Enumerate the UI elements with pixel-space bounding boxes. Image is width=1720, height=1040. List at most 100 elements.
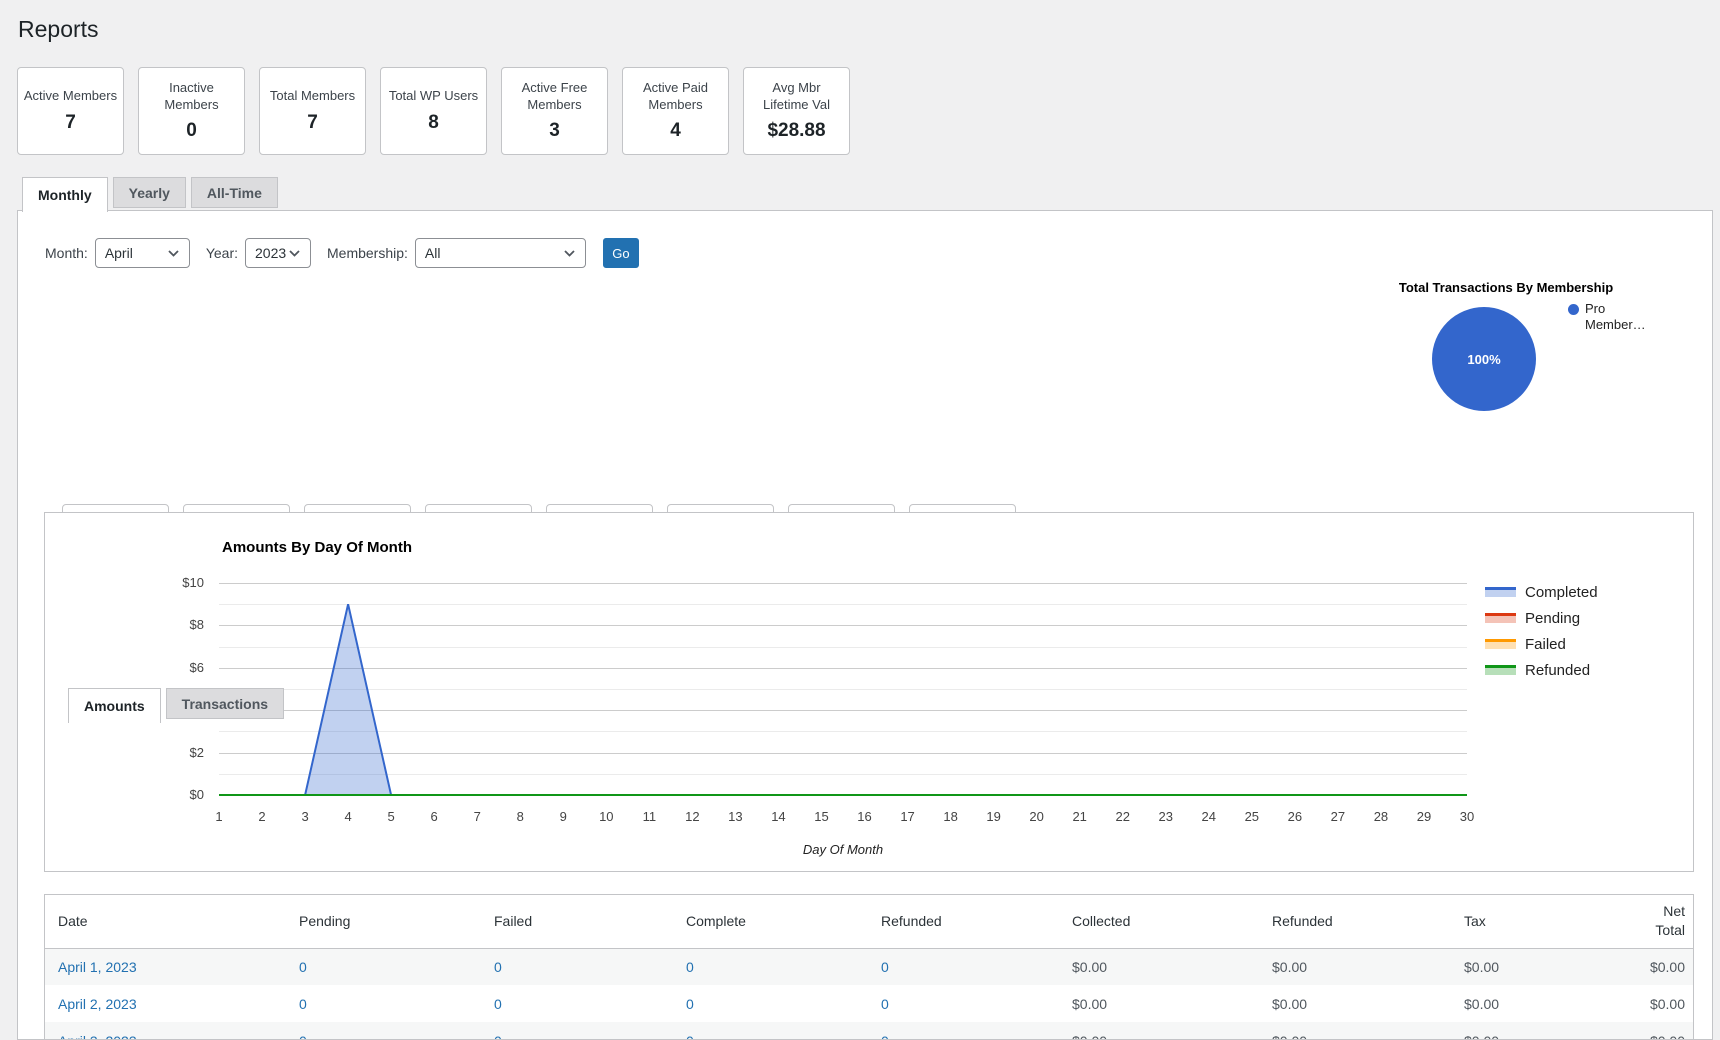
table-row: April 2, 2023 0 0 0 0 $0.00 $0.00 $0.00 $0.00	[45, 985, 1693, 1022]
table-cell: April 3, 2023	[45, 1022, 286, 1040]
stat-label: Active Members	[23, 88, 118, 104]
stat-label: Inactive Members	[164, 79, 219, 112]
x-axis-label: 27	[1330, 809, 1346, 824]
count-link[interactable]: 0	[494, 996, 502, 1012]
page-title: Reports	[18, 16, 99, 42]
count-link[interactable]: 0	[494, 1033, 502, 1040]
legend-item-refunded: Refunded	[1485, 657, 1598, 683]
month-select-value: April	[104, 245, 133, 261]
year-select[interactable]: 2023	[245, 238, 311, 268]
stat-label: Avg Mbr Lifetime Val	[763, 79, 830, 112]
table-cell: $0.00	[1272, 995, 1308, 1012]
table-cell: 0	[673, 1022, 868, 1040]
count-link[interactable]: 0	[299, 996, 307, 1012]
stat-active-free-members: Active Free Members 3	[501, 67, 608, 155]
x-axis-label: 11	[642, 809, 657, 824]
year-label: Year:	[205, 245, 238, 261]
table-cell: 0	[286, 985, 481, 1022]
x-axis-label: 26	[1287, 809, 1303, 824]
x-axis-label: 5	[387, 809, 395, 824]
stat-active-members: Active Members 7	[17, 67, 124, 155]
count-link[interactable]: 0	[299, 1033, 307, 1040]
table-cell: 0	[673, 985, 868, 1022]
stat-label: Total WP Users	[388, 88, 479, 104]
tab-amounts[interactable]: Amounts	[68, 688, 161, 723]
column-header-refunded: Refunded	[1272, 912, 1333, 929]
legend-item-failed: Failed	[1485, 631, 1598, 657]
stat-total-members: Total Members 7	[259, 67, 366, 155]
x-axis-label: 24	[1201, 809, 1217, 824]
chevron-down-icon	[168, 249, 179, 257]
y-axis-label: $6	[189, 659, 204, 675]
membership-select[interactable]: All	[414, 238, 586, 268]
table-row: April 3, 20230000$0.00$0.00$0.00$0.00	[45, 1022, 1693, 1040]
table-cell: April 1, 2023	[45, 948, 286, 985]
y-axis-label: $0	[189, 787, 204, 802]
series-area-completed	[219, 604, 1467, 795]
count-link[interactable]: 0	[494, 959, 502, 975]
monthly-report-panel: Month: April Year: 2023 Membership: All …	[17, 210, 1713, 1040]
count-link[interactable]: 0	[881, 1033, 889, 1040]
x-axis-label: 6	[430, 809, 438, 824]
stat-value: $28.88	[767, 120, 826, 142]
stat-value: 0	[186, 120, 197, 142]
x-axis-label: 25	[1244, 809, 1260, 824]
x-axis-label: 13	[728, 809, 743, 824]
table-cell: 0	[868, 1022, 1059, 1040]
go-button[interactable]: Go	[602, 238, 639, 268]
pie-percent-label: 100%	[1467, 351, 1501, 367]
x-axis-label: 28	[1373, 809, 1389, 824]
stat-inactive-members: Inactive Members 0	[138, 67, 245, 155]
x-axis-label: 22	[1115, 809, 1130, 824]
pie-legend: Pro Member…	[1568, 301, 1655, 332]
amount-tabs: Amounts Transactions	[68, 688, 285, 723]
table-cell: $0.00	[1451, 1022, 1639, 1040]
count-link[interactable]: 0	[299, 959, 307, 975]
chevron-down-icon	[289, 249, 300, 257]
count-link[interactable]: 0	[881, 996, 889, 1012]
column-header-complete: Complete	[686, 912, 746, 929]
pie-slice: 100%	[1432, 307, 1536, 411]
stat-value: 7	[65, 111, 76, 133]
tab-all-time[interactable]: All-Time	[190, 177, 278, 208]
table-cell: 0	[286, 1022, 481, 1040]
count-link[interactable]: 0	[686, 959, 694, 975]
chevron-down-icon	[564, 249, 575, 257]
tab-transactions[interactable]: Transactions	[165, 688, 285, 719]
legend-label: Refunded	[1525, 661, 1591, 679]
count-link[interactable]: 0	[686, 996, 694, 1012]
x-axis-label: 9	[559, 809, 567, 824]
column-header-date: Date	[58, 912, 88, 929]
x-axis-label: 30	[1459, 809, 1475, 824]
tab-monthly[interactable]: Monthly	[22, 177, 108, 212]
count-link[interactable]: 0	[881, 959, 889, 975]
column-header-tax: Tax	[1464, 912, 1486, 929]
date-link[interactable]: April 3, 2023	[58, 1033, 137, 1040]
legend-label: Completed	[1525, 583, 1598, 601]
membership-select-value: All	[424, 245, 441, 261]
month-select[interactable]: April	[94, 238, 190, 268]
stat-value: 4	[670, 120, 681, 142]
x-axis-label: 17	[900, 809, 915, 824]
date-link[interactable]: April 2, 2023	[58, 996, 137, 1012]
pie-chart-title: Total Transactions By Membership	[1398, 280, 1614, 295]
table-cell: 0	[481, 1022, 673, 1040]
table-cell: 0	[286, 948, 481, 985]
x-axis-label: 8	[516, 809, 524, 824]
table-cell: 0	[481, 948, 673, 985]
table-cell: $0.00	[1464, 958, 1500, 975]
x-axis-label: 10	[599, 809, 614, 824]
month-label: Month:	[45, 245, 88, 261]
date-link[interactable]: April 1, 2023	[58, 959, 137, 975]
tab-yearly[interactable]: Yearly	[112, 177, 186, 208]
stat-label: Total Members	[269, 88, 356, 104]
table-cell: 0	[868, 985, 1059, 1022]
table-cell: 0	[673, 948, 868, 985]
y-axis-label: $10	[182, 575, 204, 590]
legend-swatch-icon	[1485, 665, 1516, 675]
count-link[interactable]: 0	[686, 1033, 694, 1040]
stat-avg-mbr-lifetime-val: Avg Mbr Lifetime Val $28.88	[743, 67, 850, 155]
legend-label: Pending	[1525, 609, 1581, 627]
stat-total-wp-users: Total WP Users 8	[380, 67, 487, 155]
legend-item-completed: Completed	[1485, 579, 1598, 605]
